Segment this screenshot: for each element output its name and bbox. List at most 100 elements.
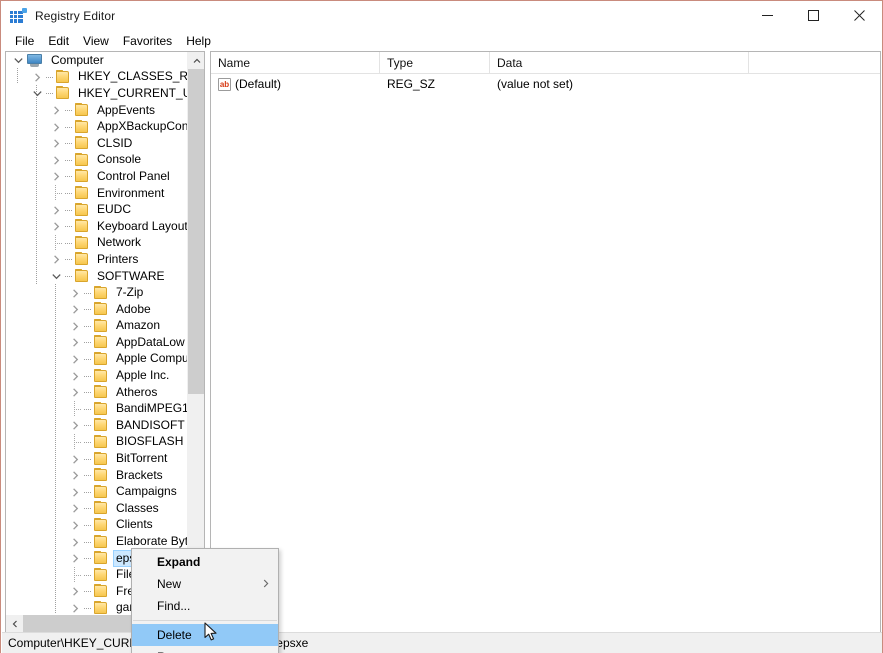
chevron-down-icon[interactable] — [10, 52, 26, 68]
tree-connector-line — [83, 351, 93, 367]
maximize-button[interactable] — [790, 1, 836, 30]
tree-connector-line — [64, 135, 74, 151]
tree-item-appdatalow[interactable]: AppDataLow — [6, 334, 187, 351]
chevron-right-icon[interactable] — [67, 351, 83, 367]
scroll-up-arrow[interactable] — [188, 52, 204, 69]
tree-item-eudc[interactable]: EUDC — [6, 201, 187, 218]
tree-item-apple-computer-inc[interactable]: Apple Computer, Inc. — [6, 351, 187, 368]
values-list-row[interactable]: ab (Default) REG_SZ (value not set) — [211, 74, 880, 94]
chevron-right-icon[interactable] — [48, 152, 64, 168]
chevron-right-icon[interactable] — [67, 517, 83, 533]
tree-item-classes[interactable]: Classes — [6, 500, 187, 517]
tree-item-control-panel[interactable]: Control Panel — [6, 168, 187, 185]
tree-item-bandisoft[interactable]: BANDISOFT — [6, 417, 187, 434]
context-menu-item-rename[interactable]: Rename — [132, 646, 278, 653]
chevron-right-icon[interactable] — [48, 251, 64, 267]
tree-item-clsid[interactable]: CLSID — [6, 135, 187, 152]
tree-item-clients[interactable]: Clients — [6, 517, 187, 534]
tree-item-label: Environment — [97, 185, 165, 200]
chevron-right-icon[interactable] — [29, 69, 45, 85]
context-menu-item-delete[interactable]: Delete — [132, 624, 278, 646]
folder-icon — [93, 401, 110, 416]
tree-item-atheros[interactable]: Atheros — [6, 384, 187, 401]
tree-item-appevents[interactable]: AppEvents — [6, 102, 187, 119]
tree-connector-line — [64, 268, 74, 284]
tree-connector-line — [64, 185, 74, 201]
tree-item-label: CLSID — [97, 135, 133, 150]
chevron-right-icon[interactable] — [67, 285, 83, 301]
tree-item-apple-inc[interactable]: Apple Inc. — [6, 367, 187, 384]
column-header-type[interactable]: Type — [380, 52, 490, 74]
chevron-right-icon[interactable] — [67, 467, 83, 483]
chevron-right-icon[interactable] — [48, 218, 64, 234]
tree-item-label: AppEvents — [97, 102, 156, 117]
close-button[interactable] — [836, 1, 882, 30]
tree-item-amazon[interactable]: Amazon — [6, 318, 187, 335]
values-column-header: Name Type Data — [211, 52, 880, 74]
context-menu-item-new[interactable]: New — [132, 573, 278, 595]
chevron-right-icon[interactable] — [67, 550, 83, 566]
folder-icon — [93, 418, 110, 432]
tree-connector-line — [83, 567, 93, 583]
menu-item-help[interactable]: Help — [179, 32, 218, 50]
tree-item-console[interactable]: Console — [6, 152, 187, 169]
tree-item-brackets[interactable]: Brackets — [6, 467, 187, 484]
tree-item-printers[interactable]: Printers — [6, 251, 187, 268]
chevron-down-icon[interactable] — [48, 268, 64, 284]
minimize-button[interactable] — [744, 1, 790, 30]
menu-item-favorites[interactable]: Favorites — [116, 32, 179, 50]
registry-tree[interactable]: Computer HKEY_CLASSES_ROOTHKEY_CURRENT_US… — [6, 52, 187, 617]
chevron-right-icon[interactable] — [67, 484, 83, 500]
tree-item-software[interactable]: SOFTWARE — [6, 268, 187, 285]
menu-item-view[interactable]: View — [76, 32, 116, 50]
column-header-name[interactable]: Name — [211, 52, 380, 74]
values-list[interactable]: ab (Default) REG_SZ (value not set) — [211, 74, 880, 94]
tree-item-label: Apple Inc. — [116, 368, 170, 383]
column-header-data[interactable]: Data — [490, 52, 749, 74]
chevron-right-icon[interactable] — [67, 318, 83, 334]
tree-item-computer[interactable]: Computer — [6, 52, 187, 69]
context-menu-item-label: Delete — [157, 628, 192, 642]
context-menu-item-find[interactable]: Find... — [132, 595, 278, 617]
tree-context-menu[interactable]: Expand New Find... Delete Rename — [131, 548, 279, 653]
tree-item-campaigns[interactable]: Campaigns — [6, 483, 187, 500]
chevron-right-icon[interactable] — [67, 384, 83, 400]
tree-item-adobe[interactable]: Adobe — [6, 301, 187, 318]
tree-connector-line — [64, 102, 74, 118]
scroll-left-arrow[interactable] — [6, 615, 23, 632]
tree-item-hkey-classes-root[interactable]: HKEY_CLASSES_ROOT — [6, 69, 187, 86]
chevron-right-icon[interactable] — [48, 135, 64, 151]
chevron-right-icon[interactable] — [67, 534, 83, 550]
tree-item-hkey-current-user[interactable]: HKEY_CURRENT_USER — [6, 85, 187, 102]
chevron-right-icon[interactable] — [67, 368, 83, 384]
tree-item-bandimpeg1[interactable]: BandiMPEG1 — [6, 400, 187, 417]
chevron-right-icon[interactable] — [67, 500, 83, 516]
tree-item-label: HKEY_CURRENT_USER — [78, 85, 187, 100]
tree-item-network[interactable]: Network — [6, 234, 187, 252]
tree-item-7-zip[interactable]: 7-Zip — [6, 284, 187, 301]
chevron-right-icon[interactable] — [48, 119, 64, 135]
tree-item-biosflash[interactable]: BIOSFLASH — [6, 433, 187, 451]
context-menu-item-expand[interactable]: Expand — [132, 551, 278, 573]
chevron-right-icon[interactable] — [67, 600, 83, 616]
tree-item-environment[interactable]: Environment — [6, 185, 187, 202]
chevron-right-icon[interactable] — [67, 417, 83, 433]
tree-item-keyboard-layout[interactable]: Keyboard Layout — [6, 218, 187, 235]
menu-item-edit[interactable]: Edit — [41, 32, 76, 50]
menu-item-file[interactable]: File — [8, 32, 41, 50]
tree-item-bittorrent[interactable]: BitTorrent — [6, 450, 187, 467]
tree-guide-line — [17, 68, 18, 84]
chevron-right-icon[interactable] — [67, 451, 83, 467]
chevron-right-icon[interactable] — [67, 583, 83, 599]
chevron-right-icon[interactable] — [48, 202, 64, 218]
chevron-right-icon[interactable] — [48, 168, 64, 184]
chevron-right-icon[interactable] — [67, 334, 83, 350]
tree-guide-line — [55, 284, 56, 614]
tree-vertical-scrollbar[interactable] — [187, 52, 204, 617]
tree-item-appxbackupcontentty[interactable]: AppXBackupContentTy — [6, 118, 187, 135]
chevron-right-icon[interactable] — [48, 102, 64, 118]
chevron-down-icon[interactable] — [29, 85, 45, 101]
folder-icon — [93, 517, 110, 532]
tree-vertical-scrollbar-thumb[interactable] — [188, 69, 204, 394]
chevron-right-icon[interactable] — [67, 301, 83, 317]
